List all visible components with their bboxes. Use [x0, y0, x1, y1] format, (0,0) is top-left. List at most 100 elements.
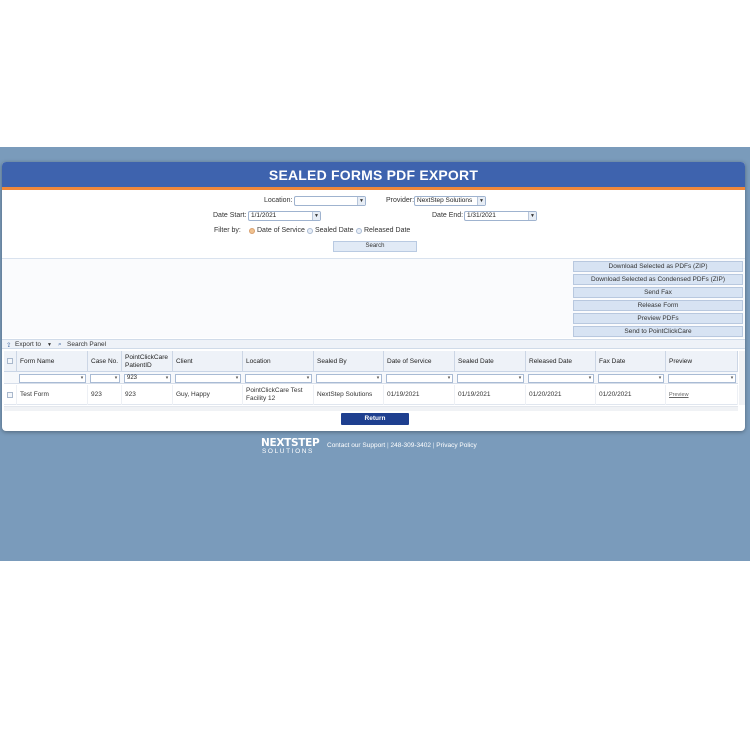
filter-icon: ▾ — [235, 375, 239, 381]
filter-icon: ▾ — [447, 375, 451, 381]
page-title: SEALED FORMS PDF EXPORT — [268, 166, 479, 183]
filter-icon: ▾ — [306, 375, 310, 381]
grid-header-row: Form Name Case No. PointClickCare Patien… — [4, 351, 738, 372]
date-start-label: Date Start: — [213, 212, 247, 219]
grid-toolbar: ⇪ Export to ▼ ⌕ Search Panel — [2, 339, 745, 349]
radio-label-date-of-service: Date of Service — [257, 227, 305, 234]
search-panel-icon: ⌕ — [58, 341, 62, 348]
col-client[interactable]: Client — [173, 351, 243, 372]
provider-select[interactable]: NextStep Solutions ▼ — [414, 196, 486, 206]
col-fax-date[interactable]: Fax Date — [596, 351, 666, 372]
filter-patient-id-value: 923 — [127, 375, 138, 381]
date-end-value: 1/31/2021 — [467, 212, 496, 219]
send-fax-button[interactable]: Send Fax — [573, 287, 743, 298]
col-preview[interactable]: Preview — [666, 351, 738, 372]
filter-fax-date[interactable]: ▾ — [598, 374, 664, 383]
search-button[interactable]: Search — [333, 241, 417, 252]
radio-sealed-date[interactable] — [307, 228, 313, 234]
row-checkbox[interactable] — [7, 392, 13, 398]
preview-pdfs-button[interactable]: Preview PDFs — [573, 313, 743, 324]
table-row[interactable]: Test Form 923 923 Guy, Happy PointClickC… — [4, 385, 738, 405]
row-select-cell — [4, 385, 17, 405]
footer-links: Contact our Support | 248-309-3402 | Pri… — [327, 442, 477, 449]
filter-by-label: Filter by: — [214, 227, 241, 234]
filter-sealed-date[interactable]: ▾ — [457, 374, 524, 383]
caret-down-icon[interactable]: ▼ — [47, 342, 52, 348]
nextstep-logo: NEXTSTEP SOLUTIONS — [261, 436, 324, 458]
select-all-cell — [4, 351, 17, 372]
provider-label: Provider: — [386, 197, 415, 204]
filter-icon: ▾ — [165, 375, 169, 381]
filter-icon: ▾ — [376, 375, 380, 381]
filter-icon: ▾ — [730, 375, 734, 381]
filter-location[interactable]: ▾ — [245, 374, 312, 383]
filter-icon: ▾ — [518, 375, 522, 381]
col-released-date[interactable]: Released Date — [526, 351, 596, 372]
export-to-menu[interactable]: Export to — [15, 341, 41, 348]
download-pdfs-zip-button[interactable]: Download Selected as PDFs (ZIP) — [573, 261, 743, 272]
date-end-picker[interactable]: 1/31/2021 ▼ — [464, 211, 537, 221]
send-to-pointclickcare-button[interactable]: Send to PointClickCare — [573, 326, 743, 337]
date-start-value: 1/1/2021 — [251, 212, 277, 219]
horizontal-scrollbar[interactable] — [4, 406, 738, 411]
filter-icon: ▾ — [114, 375, 118, 381]
grid-filter-row: ▾ ▾ 923 ▾ ▾ ▾ ▾ ▾ ▾ ▾ ▾ ▾ — [4, 372, 738, 384]
filter-case-no[interactable]: ▾ — [90, 374, 120, 383]
privacy-policy-link[interactable]: Privacy Policy — [436, 442, 476, 449]
date-start-picker[interactable]: 1/1/2021 ▼ — [248, 211, 321, 221]
date-end-label: Date End: — [432, 212, 464, 219]
col-sealed-by[interactable]: Sealed By — [314, 351, 384, 372]
chevron-down-icon: ▼ — [312, 212, 320, 220]
release-form-button[interactable]: Release Form — [573, 300, 743, 311]
export-icon: ⇪ — [6, 342, 12, 349]
col-sealed-date[interactable]: Sealed Date — [455, 351, 526, 372]
provider-value: NextStep Solutions — [417, 197, 473, 204]
contact-support-link[interactable]: Contact our Support — [327, 442, 385, 449]
col-case-no[interactable]: Case No. — [88, 351, 122, 372]
chevron-down-icon: ▼ — [357, 197, 365, 205]
vertical-scrollbar[interactable] — [739, 351, 745, 405]
location-label: Location: — [264, 197, 293, 204]
main-panel: SEALED FORMS PDF EXPORT Location: ▼ Prov… — [2, 162, 745, 431]
radio-released-date[interactable] — [356, 228, 362, 234]
cell-sealed-by: NextStep Solutions — [314, 385, 384, 405]
filter-date-of-service[interactable]: ▾ — [386, 374, 453, 383]
cell-sealed-date: 01/19/2021 — [455, 385, 526, 405]
radio-label-released-date: Released Date — [364, 227, 411, 234]
actions-area: Download Selected as PDFs (ZIP) Download… — [2, 258, 745, 338]
search-panel-button[interactable]: Search Panel — [67, 341, 106, 348]
filter-form-name[interactable]: ▾ — [19, 374, 86, 383]
logo-line2: SOLUTIONS — [262, 448, 314, 455]
support-phone: 248-309-3402 — [390, 442, 431, 449]
cell-form-name: Test Form — [17, 385, 88, 405]
cell-location: PointClickCare Test Facility 12 — [243, 385, 314, 405]
location-select[interactable]: ▼ — [294, 196, 366, 206]
filter-patient-id[interactable]: 923 ▾ — [124, 374, 171, 383]
cell-fax-date: 01/20/2021 — [596, 385, 666, 405]
filter-icon: ▾ — [80, 375, 84, 381]
chevron-down-icon: ▼ — [528, 212, 536, 220]
select-all-checkbox[interactable] — [7, 358, 13, 364]
chevron-down-icon: ▼ — [477, 197, 485, 205]
col-form-name[interactable]: Form Name — [17, 351, 88, 372]
radio-date-of-service[interactable] — [249, 228, 255, 234]
cell-date-of-service: 01/19/2021 — [384, 385, 455, 405]
download-condensed-pdfs-button[interactable]: Download Selected as Condensed PDFs (ZIP… — [573, 274, 743, 285]
col-date-of-service[interactable]: Date of Service — [384, 351, 455, 372]
filter-icon: ▾ — [658, 375, 662, 381]
filter-client[interactable]: ▾ — [175, 374, 241, 383]
return-button[interactable]: Return — [341, 413, 409, 425]
filter-icon: ▾ — [588, 375, 592, 381]
cell-client: Guy, Happy — [173, 385, 243, 405]
panel-header: SEALED FORMS PDF EXPORT — [2, 162, 745, 190]
radio-label-sealed-date: Sealed Date — [315, 227, 354, 234]
filter-sealed-by[interactable]: ▾ — [316, 374, 382, 383]
preview-link[interactable]: Preview — [666, 385, 738, 405]
footer: NEXTSTEP SOLUTIONS Contact our Support |… — [261, 436, 477, 458]
col-location[interactable]: Location — [243, 351, 314, 372]
filter-preview[interactable]: ▾ — [668, 374, 736, 383]
filter-released-date[interactable]: ▾ — [528, 374, 594, 383]
cell-patient-id: 923 — [122, 385, 173, 405]
col-patient-id[interactable]: PointClickCare PatientID — [122, 351, 173, 372]
cell-released-date: 01/20/2021 — [526, 385, 596, 405]
